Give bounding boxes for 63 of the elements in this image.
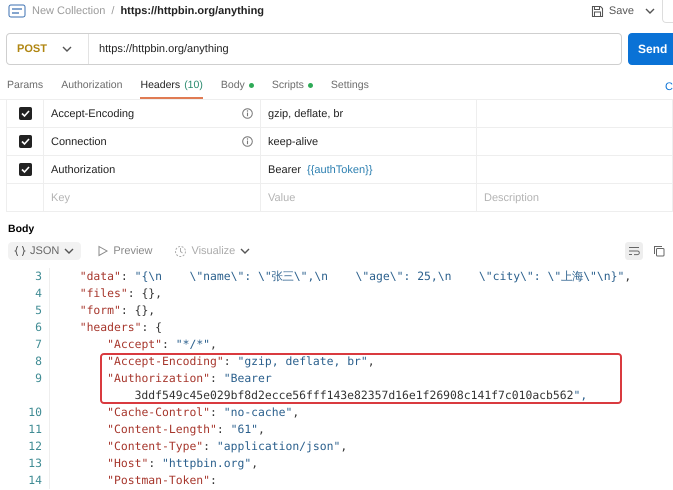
line-number: 10 — [0, 404, 50, 421]
header-value: gzip, deflate, br — [268, 108, 344, 120]
line-number: 3 — [0, 268, 50, 285]
checkbox[interactable] — [18, 107, 32, 120]
code-line: "Host": "httpbin.org", — [106, 455, 260, 472]
header-count: (10) — [184, 79, 203, 91]
line-number: 13 — [0, 455, 50, 472]
line-number: 5 — [0, 302, 50, 319]
info-icon[interactable] — [242, 108, 253, 119]
preview-button[interactable]: Preview — [91, 242, 158, 260]
code-line: "Postman-Token": — [106, 472, 218, 489]
copy-icon[interactable] — [653, 245, 665, 257]
code-line: "data": "{\n \"name\": \"张三\",\n \"age\": 25,\n \"city\": \"上海\"\n}", — [78, 268, 632, 285]
line-number: 6 — [0, 319, 50, 336]
http-logo-icon — [8, 4, 26, 18]
response-body-tab[interactable]: Body — [8, 223, 34, 235]
request-tab[interactable]: Authorization — [61, 79, 122, 99]
header-value: Bearer — [268, 164, 302, 176]
request-name: https://httpbin.org/anything — [120, 5, 264, 17]
line-number: 4 — [0, 285, 50, 302]
checkbox[interactable] — [18, 163, 32, 176]
code-line: "form": {}, — [78, 302, 156, 319]
code-line: "Authorization": "Bearer — [106, 370, 273, 387]
request-tab[interactable]: Scripts — [272, 79, 313, 99]
url-field[interactable]: https://httpbin.org/anything — [89, 43, 229, 55]
request-tab[interactable]: Headers (10) — [140, 79, 203, 99]
header-key: Accept-Encoding — [51, 108, 236, 120]
header-key: Connection — [51, 136, 236, 148]
code-line: "headers": { — [78, 319, 164, 336]
gauge-icon — [174, 244, 188, 258]
save-icon — [590, 4, 604, 18]
line-number: 8 — [0, 353, 50, 370]
send-button[interactable]: Send — [628, 33, 673, 65]
wrap-lines-icon — [628, 245, 640, 257]
variable-token: {{authToken}} — [307, 164, 372, 176]
line-number: 9 — [0, 370, 50, 387]
header-key: Authorization — [51, 164, 253, 176]
code-line: "Accept": "*/*", — [106, 336, 218, 353]
line-number: 7 — [0, 336, 50, 353]
line-number: 14 — [0, 472, 50, 489]
code-line: "Content-Type": "application/json", — [106, 438, 348, 455]
code-line: "Cache-Control": "no-cache", — [106, 404, 300, 421]
play-icon — [97, 245, 110, 257]
request-tab[interactable]: Settings — [330, 79, 369, 99]
line-number: 11 — [0, 421, 50, 438]
request-tab[interactable]: Params — [7, 79, 44, 99]
collection-name[interactable]: New Collection — [32, 5, 106, 17]
breadcrumb-separator: / — [111, 5, 114, 17]
code-line: "Content-Length": "61", — [106, 421, 266, 438]
checkbox[interactable] — [18, 135, 32, 148]
header-value: keep-alive — [268, 136, 318, 148]
cookies-link[interactable]: C — [665, 81, 673, 99]
format-dropdown[interactable]: JSON — [8, 242, 82, 260]
code-line: "Accept-Encoding": "gzip, deflate, br", — [106, 353, 376, 370]
save-button[interactable]: Save — [586, 2, 638, 20]
wrap-lines-button[interactable] — [625, 242, 643, 260]
braces-icon — [14, 245, 26, 257]
info-icon[interactable] — [242, 136, 253, 147]
code-line: "files": {}, — [78, 285, 164, 302]
request-tab[interactable]: Body — [220, 79, 254, 99]
line-number: 12 — [0, 438, 50, 455]
method-dropdown[interactable]: POST — [7, 34, 89, 64]
code-line: 3ddf549c45e029bf8d2ecce56fff143e82357d16e1f26908c141f7c010acb562", — [134, 387, 588, 404]
